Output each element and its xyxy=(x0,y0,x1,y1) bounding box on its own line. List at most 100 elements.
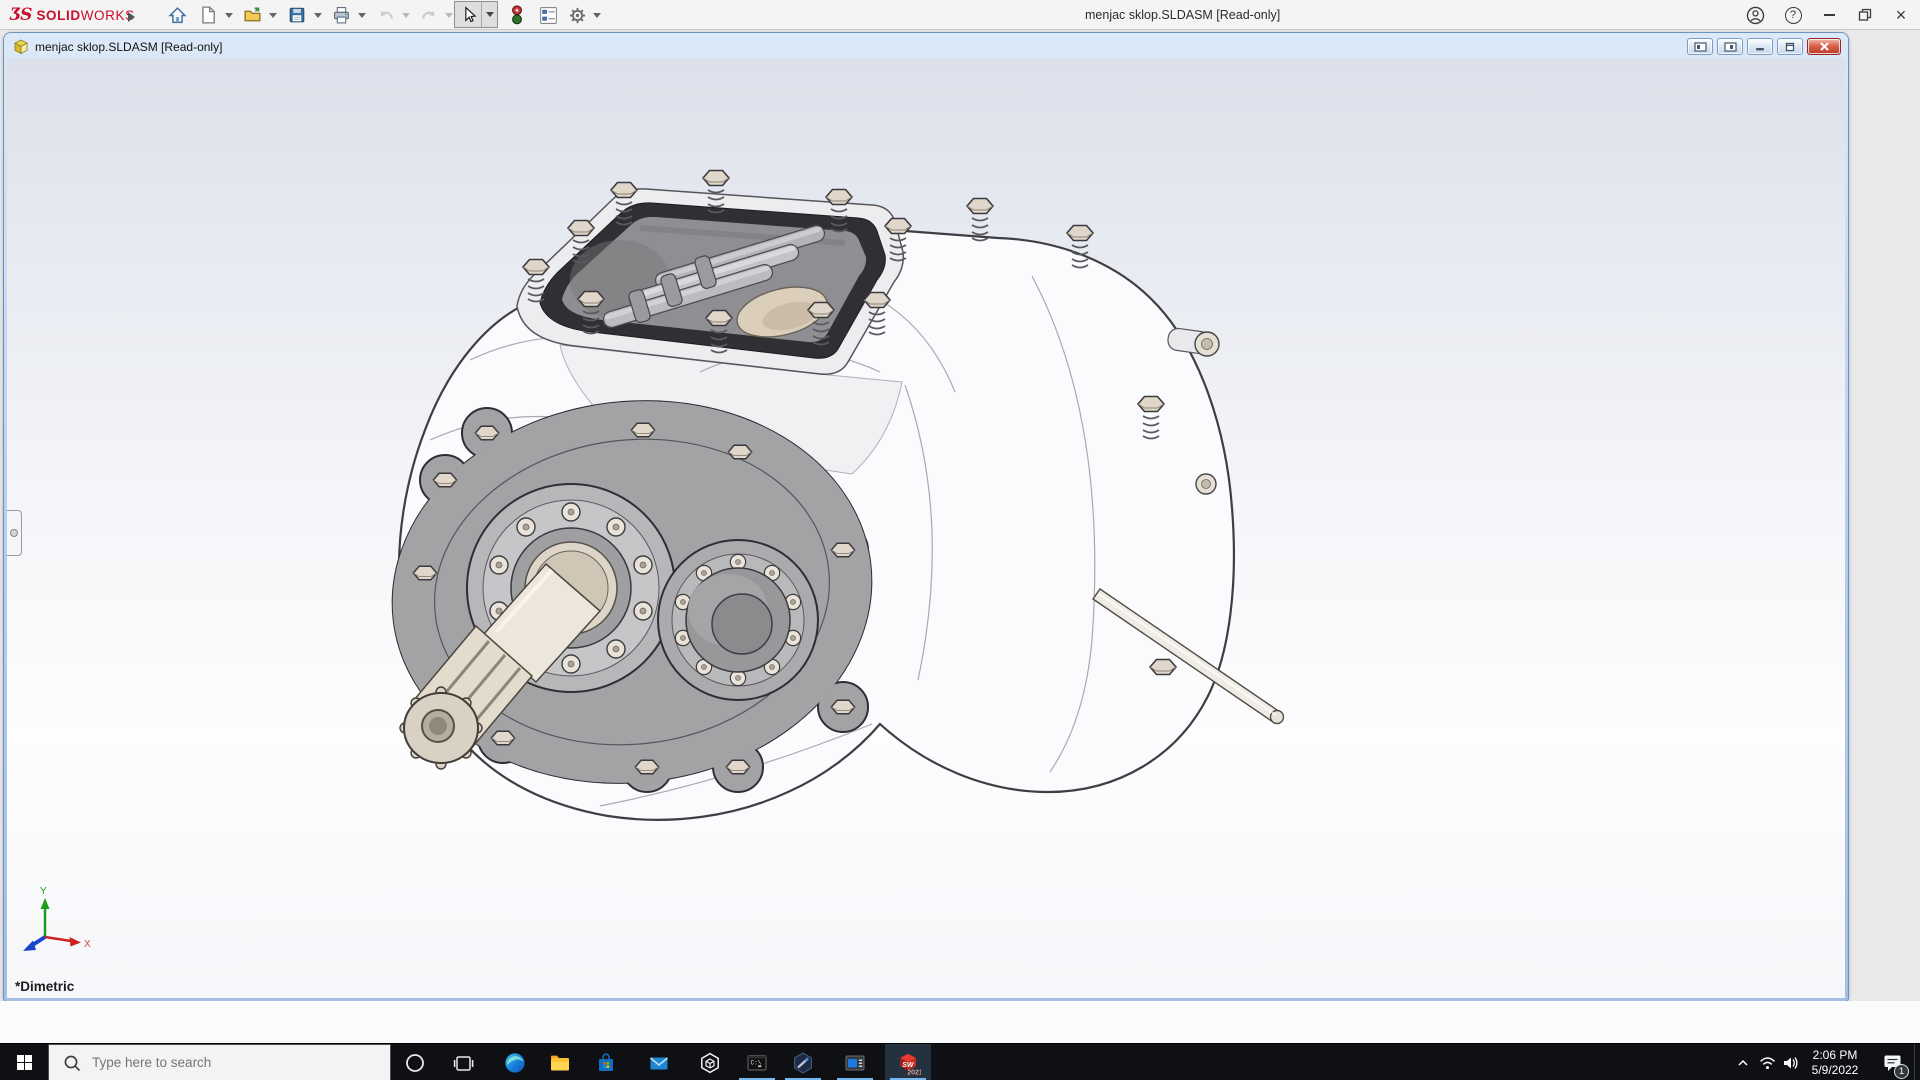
show-desktop-button[interactable] xyxy=(1914,1044,1920,1080)
chevron-up-icon xyxy=(1738,1059,1748,1066)
undo-button[interactable] xyxy=(373,2,399,28)
secondary-bearing-cover[interactable] xyxy=(657,539,819,701)
task-view-button[interactable] xyxy=(440,1044,486,1080)
command-prompt-icon: C:\ xyxy=(747,1054,767,1070)
taskbar-search[interactable] xyxy=(48,1044,391,1080)
search-input[interactable] xyxy=(92,1055,342,1070)
document-close-icon xyxy=(1819,42,1829,51)
volume-control[interactable] xyxy=(1779,1044,1801,1080)
taskbar-app-edge[interactable] xyxy=(492,1044,538,1080)
taskbar-app-command-prompt[interactable]: C:\ xyxy=(734,1044,780,1080)
solidworks-letters: SW xyxy=(902,1062,915,1069)
split-pane-left-button[interactable] xyxy=(1687,38,1713,55)
solidworks-logo-text: SOLIDWORKS xyxy=(36,8,134,23)
undo-icon xyxy=(380,10,393,19)
triad-x-label: X xyxy=(84,939,91,950)
action-center-button[interactable]: 1 xyxy=(1876,1044,1910,1080)
account-button[interactable] xyxy=(1740,0,1770,30)
file-properties-button[interactable] xyxy=(535,2,561,28)
app-title-bar: ƷS SOLIDWORKS menjac sklop.SLDASM [Read-… xyxy=(0,0,1920,30)
gearbox-assembly-model[interactable]: Y X *Dimetric xyxy=(7,58,1845,998)
help-button[interactable]: ? xyxy=(1778,0,1808,30)
options-button[interactable] xyxy=(564,2,590,28)
document-title-bar[interactable]: menjac sklop.SLDASM [Read-only] xyxy=(7,36,1845,58)
document-close-button[interactable] xyxy=(1807,38,1841,55)
document-window-controls xyxy=(1687,38,1841,55)
solidworks-year: 2021 xyxy=(907,1069,921,1076)
document-minimize-icon xyxy=(1756,47,1764,50)
taskbar-app-store[interactable] xyxy=(583,1044,629,1080)
taskbar-app-solidworks[interactable]: SW 2021 xyxy=(885,1044,931,1080)
home-icon xyxy=(167,6,187,23)
status-bar xyxy=(0,1001,1920,1043)
search-icon xyxy=(64,1055,81,1071)
mail-icon xyxy=(649,1056,669,1069)
restore-button[interactable] xyxy=(1850,0,1880,30)
solidworks-logo: ƷS SOLIDWORKS xyxy=(10,0,135,30)
network-status[interactable] xyxy=(1756,1044,1778,1080)
select-tool-button[interactable] xyxy=(455,2,482,27)
print-icon xyxy=(333,6,349,23)
document-window: menjac sklop.SLDASM [Read-only] Y X *Dim… xyxy=(4,33,1848,1001)
taskbar-app-design-tool[interactable] xyxy=(780,1044,826,1080)
microsoft-store-icon xyxy=(599,1052,613,1071)
print-dropdown[interactable] xyxy=(358,13,366,18)
redo-icon xyxy=(421,10,434,19)
taskbar-app-file-explorer[interactable] xyxy=(537,1044,583,1080)
open-folder-icon xyxy=(243,6,261,21)
home-button[interactable] xyxy=(164,2,190,28)
design-tool-hexagon-icon xyxy=(793,1051,812,1074)
save-floppy-icon xyxy=(289,7,305,23)
hidden-icons-chevron[interactable] xyxy=(1732,1044,1754,1080)
undo-dropdown[interactable] xyxy=(402,13,410,18)
solidworks-logo-mark-icon: ƷS xyxy=(10,5,32,25)
clock-date: 5/9/2022 xyxy=(1811,1062,1859,1077)
triad-y-label: Y xyxy=(40,886,47,897)
speaker-icon xyxy=(1783,1056,1798,1069)
document-minimize-button[interactable] xyxy=(1747,38,1773,55)
document-restore-button[interactable] xyxy=(1777,38,1803,55)
redo-dropdown[interactable] xyxy=(445,13,453,18)
open-button[interactable] xyxy=(239,2,265,28)
new-document-dropdown[interactable] xyxy=(225,13,233,18)
menu-expander-arrow-icon[interactable] xyxy=(128,9,135,27)
properties-list-icon xyxy=(539,6,557,24)
taskbar-app-mail[interactable] xyxy=(636,1044,682,1080)
save-dropdown[interactable] xyxy=(314,13,322,18)
logo-text-solid: SOLID xyxy=(36,7,81,23)
restore-icon xyxy=(1858,8,1872,21)
split-pane-right-button[interactable] xyxy=(1717,38,1743,55)
minimize-button[interactable] xyxy=(1814,0,1844,30)
close-icon: × xyxy=(1895,5,1907,25)
save-button[interactable] xyxy=(284,2,310,28)
taskbar-app-3d-viewer[interactable] xyxy=(687,1044,733,1080)
expand-panel-icon xyxy=(10,529,18,537)
feature-panel-collapsed-tab[interactable] xyxy=(7,510,22,556)
close-button[interactable]: × xyxy=(1886,0,1916,30)
split-pane-right-icon xyxy=(1723,41,1737,52)
cortana-button[interactable] xyxy=(392,1044,438,1080)
task-view-icon xyxy=(453,1055,474,1071)
split-pane-left-icon xyxy=(1693,41,1707,52)
cmd-prompt-text: C:\ xyxy=(751,1059,762,1066)
viewport-3d[interactable]: Y X *Dimetric xyxy=(7,58,1845,998)
document-title: menjac sklop.SLDASM [Read-only] xyxy=(35,40,223,54)
select-tool-group xyxy=(454,1,498,28)
user-account-icon xyxy=(1746,6,1764,24)
logo-text-works: WORKS xyxy=(80,7,135,23)
open-dropdown[interactable] xyxy=(269,13,277,18)
performance-evaluation-button[interactable] xyxy=(504,2,530,28)
print-button[interactable] xyxy=(328,2,354,28)
help-icon: ? xyxy=(1784,6,1802,24)
gear-icon xyxy=(569,7,585,23)
new-document-button[interactable] xyxy=(195,2,221,28)
select-cursor-icon xyxy=(464,6,476,23)
taskbar-clock[interactable]: 2:06 PM 5/9/2022 xyxy=(1799,1048,1871,1077)
start-button[interactable] xyxy=(0,1044,48,1080)
options-dropdown[interactable] xyxy=(593,13,601,18)
taskbar-app-remote-window[interactable] xyxy=(832,1044,878,1080)
select-tool-dropdown[interactable] xyxy=(482,12,497,17)
redo-button[interactable] xyxy=(415,2,441,28)
windows-logo-icon xyxy=(16,1055,32,1070)
notification-count-badge: 1 xyxy=(1894,1064,1909,1079)
